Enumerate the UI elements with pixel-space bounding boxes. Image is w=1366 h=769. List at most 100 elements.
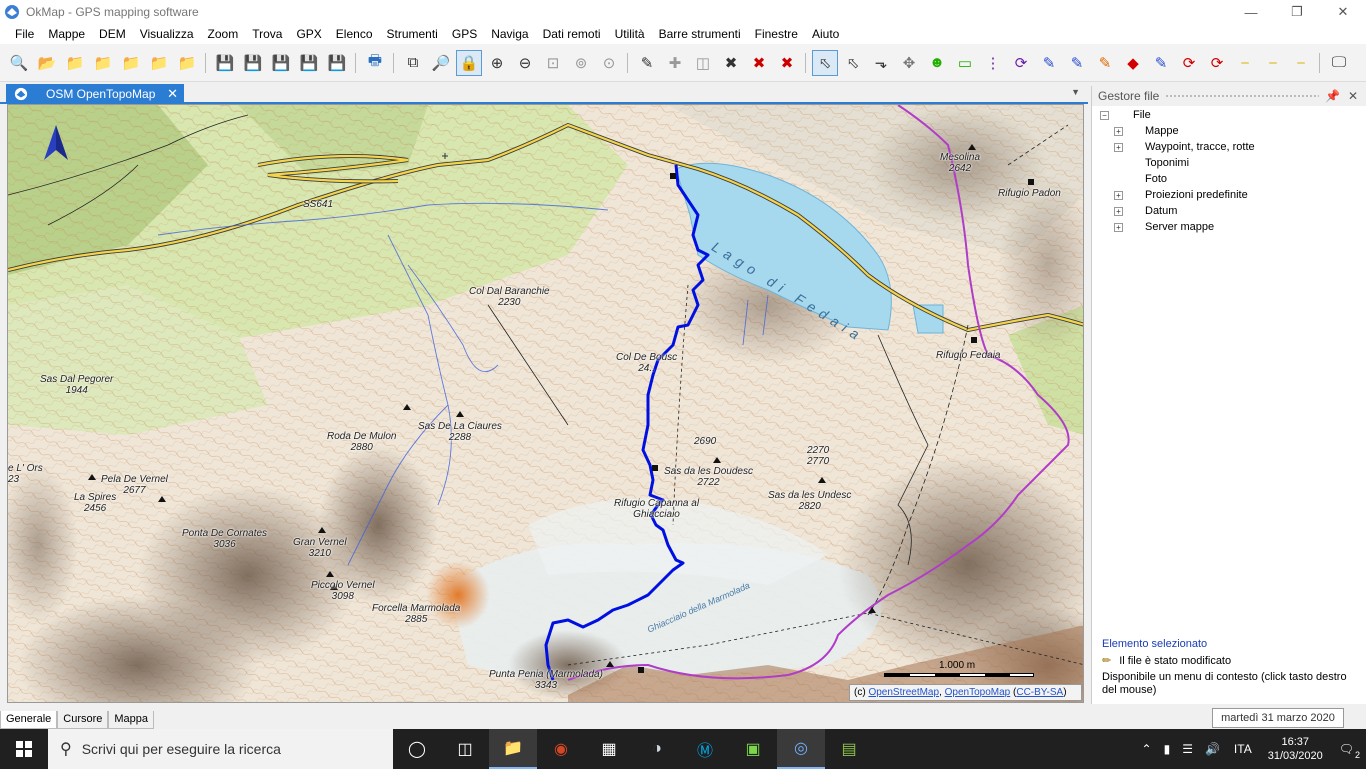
copy-map-icon[interactable]: ⧉ bbox=[400, 50, 426, 76]
tree-item-waypoint[interactable]: + Waypoint, tracce, rotte bbox=[1100, 139, 1255, 155]
cortana-icon[interactable]: ◯ bbox=[393, 729, 441, 769]
zoom-window-icon[interactable]: ⊡ bbox=[540, 50, 566, 76]
select-add-icon[interactable]: ⬁ bbox=[840, 50, 866, 76]
waypoint-red-icon[interactable]: ◆ bbox=[1120, 50, 1146, 76]
menu-naviga[interactable]: Naviga bbox=[484, 27, 535, 41]
delete-point-icon[interactable]: ✖ bbox=[718, 50, 744, 76]
expand-icon[interactable]: + bbox=[1114, 222, 1123, 232]
open-map-icon[interactable]: 🔍 bbox=[6, 50, 32, 76]
tree-item-toponimi[interactable]: Toponimi bbox=[1100, 155, 1255, 171]
volume-icon[interactable]: 🔊 bbox=[1205, 742, 1220, 756]
edit-icon[interactable]: ✎ bbox=[634, 50, 660, 76]
tree-item-datum[interactable]: + Datum bbox=[1100, 203, 1255, 219]
close-window-button[interactable]: ✕ bbox=[1320, 0, 1366, 24]
tree-item-proiezioni[interactable]: + Proiezioni predefinite bbox=[1100, 187, 1255, 203]
zoom-out-icon[interactable]: ⊖ bbox=[512, 50, 538, 76]
link-openstreetmap[interactable]: OpenStreetMap bbox=[868, 687, 939, 698]
lock-icon[interactable]: 🔒 bbox=[456, 49, 482, 76]
menu-gps[interactable]: GPS bbox=[445, 27, 484, 41]
link-opentopomap[interactable]: OpenTopoMap bbox=[945, 687, 1011, 698]
open-waypoint-icon[interactable]: 📁 bbox=[62, 50, 88, 76]
show-hidden-icon[interactable]: ⌃ bbox=[1142, 742, 1152, 756]
ruler-delete-icon[interactable]: ⎯ bbox=[1288, 50, 1314, 76]
steam-icon[interactable]: ◑ bbox=[633, 729, 681, 769]
select-pointer-icon[interactable]: ⬁ bbox=[812, 49, 838, 76]
find-icon[interactable]: 🔎 bbox=[428, 50, 454, 76]
zoom-1-1-icon[interactable]: ⊙ bbox=[596, 50, 622, 76]
file-explorer-icon[interactable]: 📁 bbox=[489, 729, 537, 769]
menu-finestre[interactable]: Finestre bbox=[748, 27, 805, 41]
menu-strumenti[interactable]: Strumenti bbox=[380, 27, 445, 41]
tab-mappa[interactable]: Mappa bbox=[108, 711, 155, 729]
menu-trova[interactable]: Trova bbox=[245, 27, 289, 41]
text-label-icon[interactable]: ▭ bbox=[952, 50, 978, 76]
close-all-icon[interactable]: 💾 bbox=[324, 50, 350, 76]
task-view-icon[interactable]: ◫ bbox=[441, 729, 489, 769]
track-points-icon[interactable]: ⋮ bbox=[980, 50, 1006, 76]
tab-osm-opentopomap[interactable]: OSM OpenTopoMap ✕ bbox=[6, 84, 184, 104]
delete-track-icon[interactable]: ✖ bbox=[746, 50, 772, 76]
zoom-in-icon[interactable]: ⊕ bbox=[484, 50, 510, 76]
open-track-icon[interactable]: 📁 bbox=[90, 50, 116, 76]
join-track-icon[interactable]: ⟳ bbox=[1176, 50, 1202, 76]
network-icon[interactable]: ☰ bbox=[1182, 742, 1193, 756]
tab-cursore[interactable]: Cursore bbox=[57, 711, 109, 729]
menu-dati-remoti[interactable]: Dati remoti bbox=[536, 27, 608, 41]
draw-route-icon[interactable]: ✎ bbox=[1064, 50, 1090, 76]
remove-point-icon[interactable]: ⟳ bbox=[1204, 50, 1230, 76]
save-icon[interactable]: 💾 bbox=[212, 50, 238, 76]
open-route-icon[interactable]: 📁 bbox=[118, 50, 144, 76]
ruler-icon[interactable]: ⎯ bbox=[1232, 50, 1258, 76]
tree-root[interactable]: − File bbox=[1100, 107, 1255, 123]
chart-app-icon[interactable]: ▤ bbox=[825, 729, 873, 769]
ruler-edit-icon[interactable]: ⎯ bbox=[1260, 50, 1286, 76]
menu-aiuto[interactable]: Aiuto bbox=[805, 27, 846, 41]
move-icon[interactable]: ✥ bbox=[896, 50, 922, 76]
menu-file[interactable]: File bbox=[0, 27, 41, 41]
close-file-icon[interactable]: 💾 bbox=[296, 50, 322, 76]
close-panel-icon[interactable]: ✕ bbox=[1348, 89, 1358, 103]
menu-barre-strumenti[interactable]: Barre strumenti bbox=[652, 27, 748, 41]
waypoint-smile-icon[interactable]: ☻ bbox=[924, 50, 950, 76]
menu-gpx[interactable]: GPX bbox=[289, 27, 328, 41]
zoom-scale-icon[interactable]: ⊚ bbox=[568, 50, 594, 76]
menu-mappe[interactable]: Mappe bbox=[41, 27, 92, 41]
tree-item-mappe[interactable]: + Mappe bbox=[1100, 123, 1255, 139]
okmap-taskbar-icon[interactable]: ◎ bbox=[777, 729, 825, 769]
expand-icon[interactable]: + bbox=[1114, 142, 1123, 152]
save-all-icon[interactable]: 💾 bbox=[268, 50, 294, 76]
menu-elenco[interactable]: Elenco bbox=[329, 27, 380, 41]
skype-icon[interactable]: Ⓜ bbox=[681, 729, 729, 769]
export-icon[interactable]: 🖵 bbox=[1326, 50, 1352, 76]
tab-dropdown-icon[interactable]: ▼ bbox=[1071, 87, 1080, 97]
taskbar-search[interactable]: ⚲ Scrivi qui per eseguire la ricerca bbox=[48, 729, 393, 769]
route-points-icon[interactable]: ⟳ bbox=[1008, 50, 1034, 76]
battery-icon[interactable]: ▮ bbox=[1164, 742, 1171, 756]
open-folder-icon[interactable]: 📂 bbox=[34, 50, 60, 76]
split-track-icon[interactable]: ✎ bbox=[1148, 50, 1174, 76]
delete-route-icon[interactable]: ✖ bbox=[774, 50, 800, 76]
menu-visualizza[interactable]: Visualizza bbox=[133, 27, 201, 41]
minimize-button[interactable]: — bbox=[1228, 0, 1274, 24]
start-button[interactable] bbox=[0, 729, 48, 769]
clock[interactable]: 16:37 31/03/2020 bbox=[1268, 735, 1323, 763]
menu-zoom[interactable]: Zoom bbox=[201, 27, 246, 41]
maximize-button[interactable]: ❐ bbox=[1274, 0, 1320, 24]
open-dem-icon[interactable]: 📁 bbox=[146, 50, 172, 76]
expand-icon[interactable]: + bbox=[1114, 206, 1123, 216]
layers-icon[interactable]: ◫ bbox=[690, 50, 716, 76]
expand-icon[interactable]: + bbox=[1114, 190, 1123, 200]
open-recent-icon[interactable]: 📁 bbox=[174, 50, 200, 76]
powerpoint-icon[interactable]: ◉ bbox=[537, 729, 585, 769]
tree-item-foto[interactable]: Foto bbox=[1100, 171, 1255, 187]
calculator-icon[interactable]: ▦ bbox=[585, 729, 633, 769]
collapse-icon[interactable]: − bbox=[1100, 110, 1109, 120]
link-license[interactable]: CC-BY-SA bbox=[1016, 687, 1063, 698]
select-area-icon[interactable]: ⬎ bbox=[868, 50, 894, 76]
language-indicator[interactable]: ITA bbox=[1234, 742, 1252, 756]
menu-utilita[interactable]: Utilità bbox=[608, 27, 652, 41]
expand-icon[interactable]: + bbox=[1114, 126, 1123, 136]
close-tab-icon[interactable]: ✕ bbox=[167, 86, 178, 102]
map-view[interactable]: SS641 Col Dal Baranchie 2230 Sas Dal Pego… bbox=[7, 104, 1084, 703]
pin-icon[interactable]: 📌 bbox=[1325, 89, 1340, 103]
